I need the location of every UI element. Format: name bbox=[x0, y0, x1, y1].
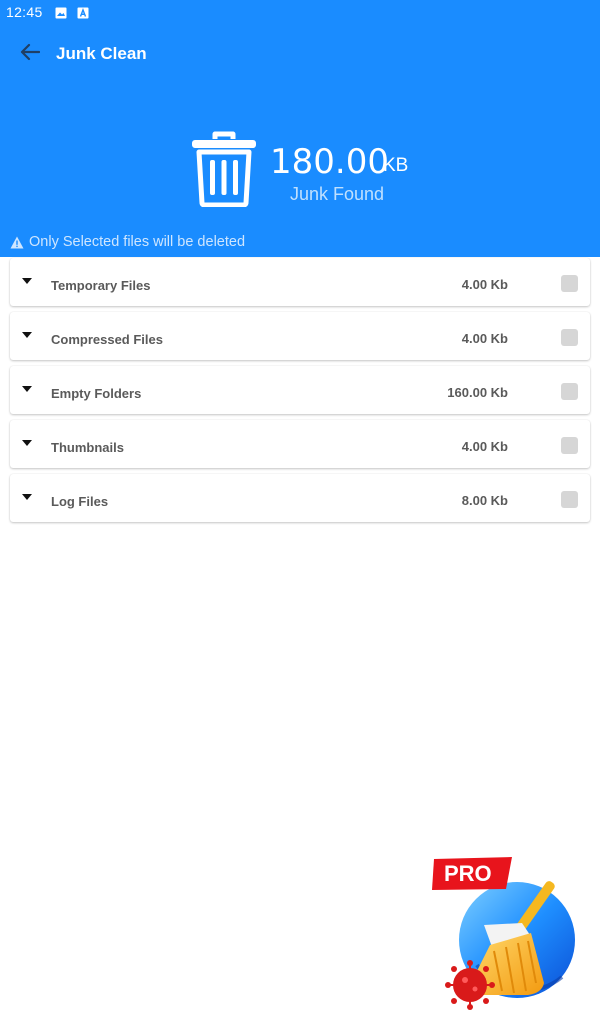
status-time: 12:45 bbox=[6, 4, 43, 20]
item-name: Compressed Files bbox=[51, 332, 163, 347]
list-item[interactable]: Temporary Files 4.00 Kb bbox=[10, 258, 590, 306]
item-size: 8.00 Kb bbox=[461, 493, 508, 508]
back-button[interactable] bbox=[16, 40, 44, 68]
caret-down-icon[interactable] bbox=[22, 386, 32, 392]
arrow-left-icon bbox=[20, 43, 41, 66]
junk-list: Temporary Files 4.00 Kb Compressed Files… bbox=[10, 258, 590, 528]
list-item[interactable]: Compressed Files 4.00 Kb bbox=[10, 312, 590, 360]
pro-promo-badge[interactable]: PRO bbox=[432, 855, 582, 1020]
junk-size-value: 180.00 bbox=[270, 142, 389, 182]
a-icon bbox=[77, 6, 89, 19]
item-checkbox[interactable] bbox=[561, 275, 578, 292]
list-item[interactable]: Empty Folders 160.00 Kb bbox=[10, 366, 590, 414]
app-bar: Junk Clean bbox=[0, 24, 600, 84]
notice-text: Only Selected files will be deleted bbox=[29, 234, 246, 250]
header: Junk Clean 180.00 KB Junk Found Only Sel… bbox=[0, 24, 600, 257]
item-size: 160.00 Kb bbox=[447, 385, 508, 400]
caret-down-icon[interactable] bbox=[22, 278, 32, 284]
list-item[interactable]: Thumbnails 4.00 Kb bbox=[10, 420, 590, 468]
item-checkbox[interactable] bbox=[561, 491, 578, 508]
virus-icon bbox=[445, 960, 495, 1010]
caret-down-icon[interactable] bbox=[22, 494, 32, 500]
item-name: Empty Folders bbox=[51, 386, 142, 401]
item-size: 4.00 Kb bbox=[461, 439, 508, 454]
item-name: Temporary Files bbox=[51, 278, 151, 293]
pro-badge-label: PRO bbox=[444, 861, 492, 886]
selection-notice: Only Selected files will be deleted bbox=[10, 234, 245, 250]
list-item[interactable]: Log Files 8.00 Kb bbox=[10, 474, 590, 522]
status-bar: 12:45 bbox=[0, 0, 600, 24]
page-title: Junk Clean bbox=[56, 44, 147, 63]
item-name: Log Files bbox=[51, 494, 109, 509]
item-name: Thumbnails bbox=[51, 440, 124, 455]
caret-down-icon[interactable] bbox=[22, 440, 32, 446]
item-checkbox[interactable] bbox=[561, 383, 578, 400]
junk-summary: 180.00 KB Junk Found bbox=[0, 128, 600, 218]
item-size: 4.00 Kb bbox=[461, 277, 508, 292]
junk-size-unit: KB bbox=[383, 155, 409, 176]
item-checkbox[interactable] bbox=[561, 329, 578, 346]
item-size: 4.00 Kb bbox=[461, 331, 508, 346]
item-checkbox[interactable] bbox=[561, 437, 578, 454]
caret-down-icon[interactable] bbox=[22, 332, 32, 338]
junk-found-label: Junk Found bbox=[290, 184, 385, 204]
image-icon bbox=[55, 6, 67, 19]
warning-icon bbox=[10, 236, 24, 249]
trash-icon bbox=[190, 131, 258, 208]
